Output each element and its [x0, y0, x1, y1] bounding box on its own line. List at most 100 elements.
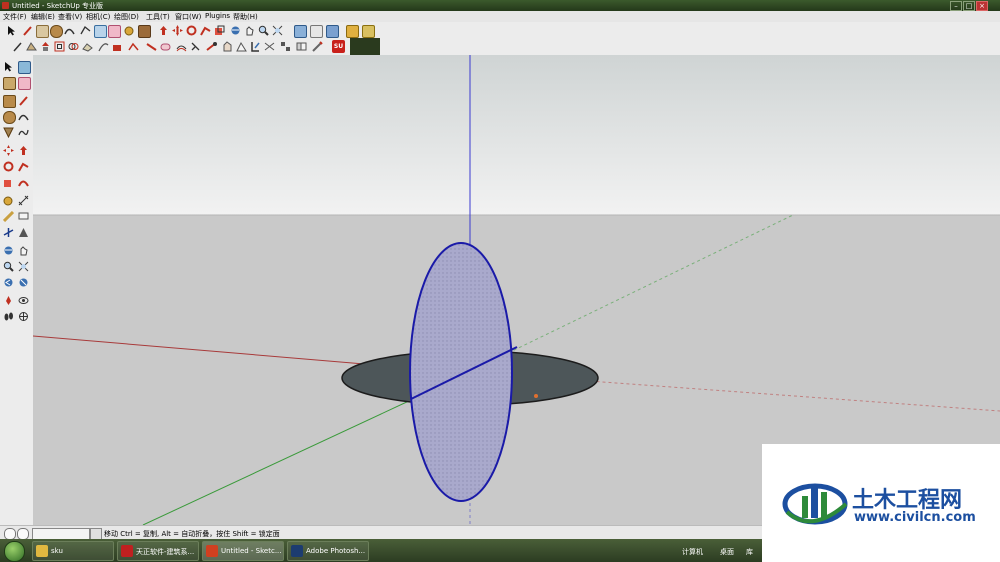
menu-draw[interactable]: 绘图(D) — [114, 12, 139, 22]
curve-tool-icon[interactable] — [128, 41, 139, 52]
tape-measure-icon[interactable] — [124, 25, 135, 36]
menu-plugins[interactable]: Plugins — [205, 12, 230, 20]
left-follow-me-icon[interactable] — [18, 161, 29, 172]
left-rectangle-icon[interactable] — [3, 95, 16, 108]
pan-tool-icon[interactable] — [244, 25, 255, 36]
split-icon[interactable] — [190, 41, 201, 52]
follow-me-icon[interactable] — [200, 25, 211, 36]
share-model-icon[interactable] — [362, 25, 375, 38]
left-dimension-icon[interactable] — [18, 195, 29, 206]
left-3d-text-icon[interactable] — [18, 227, 29, 238]
left-freehand-icon[interactable] — [18, 127, 29, 138]
left-zoom-window-icon[interactable] — [18, 261, 29, 272]
tray-computer[interactable]: 计算机 — [682, 547, 703, 557]
plugin-brush-icon[interactable] — [312, 41, 323, 52]
window-title: Untitled - SketchUp 专业版 — [12, 2, 104, 10]
paint-bucket-icon[interactable] — [138, 25, 151, 38]
menu-tools[interactable]: 工具(T) — [146, 12, 170, 22]
zoom-extents-icon[interactable] — [272, 25, 283, 36]
menu-edit[interactable]: 编辑(E) — [31, 12, 55, 22]
left-move-icon[interactable] — [3, 145, 14, 156]
left-paint-icon[interactable] — [3, 77, 16, 90]
plugin-profile-icon[interactable] — [250, 41, 261, 52]
left-zoom-icon[interactable] — [3, 261, 14, 272]
scale-tool-icon[interactable] — [214, 25, 225, 36]
edge-tool-icon[interactable] — [12, 41, 23, 52]
left-circle-icon[interactable] — [3, 111, 16, 124]
sandbox-icon[interactable] — [82, 41, 93, 52]
su-plugin-icon[interactable]: SU — [332, 40, 345, 53]
circle-tool-icon[interactable] — [50, 25, 63, 38]
tray-desktop[interactable]: 桌面 — [720, 547, 734, 557]
left-rotate-icon[interactable] — [3, 161, 14, 172]
taskbar-item-sku[interactable]: sku — [32, 541, 114, 561]
left-protractor-icon[interactable] — [2, 210, 15, 223]
intersect-icon[interactable] — [68, 41, 79, 52]
menu-file[interactable]: 文件(F) — [3, 12, 27, 22]
menu-window[interactable]: 窗口(W) — [175, 12, 201, 22]
select-tool-icon[interactable] — [6, 25, 17, 36]
left-section-plane-icon[interactable] — [18, 311, 29, 322]
iso-view-icon[interactable] — [294, 25, 307, 38]
offset-icon[interactable] — [54, 41, 65, 52]
left-push-pull-icon[interactable] — [18, 145, 29, 156]
left-orbit-icon[interactable] — [3, 245, 14, 256]
taskbar-item-tangent[interactable]: 天正软件-建筑系... — [117, 541, 199, 561]
rotate-tool-icon[interactable] — [186, 25, 197, 36]
plugin-shape-icon[interactable] — [236, 41, 247, 52]
menu-view[interactable]: 查看(V) — [58, 12, 82, 22]
make-component-icon[interactable] — [94, 25, 107, 38]
left-look-around-icon[interactable] — [18, 295, 29, 306]
left-eraser-icon[interactable] — [18, 77, 31, 90]
left-position-camera-icon[interactable] — [3, 295, 14, 306]
zoom-tool-icon[interactable] — [258, 25, 269, 36]
orbit-tool-icon[interactable] — [230, 25, 241, 36]
left-zoom-extents-icon[interactable] — [18, 277, 29, 288]
push-pull-icon[interactable] — [158, 25, 169, 36]
eraser-tool-icon[interactable] — [108, 25, 121, 38]
left-pan-icon[interactable] — [18, 245, 29, 256]
top-view-icon[interactable] — [310, 25, 323, 38]
rectangle-tool-icon[interactable] — [36, 25, 49, 38]
close-button[interactable]: × — [976, 1, 988, 11]
plugin-wire-icon[interactable] — [264, 41, 275, 52]
shape-bender-icon[interactable] — [146, 41, 157, 52]
left-walk-icon[interactable] — [3, 311, 14, 322]
start-button[interactable] — [4, 541, 25, 562]
get-models-icon[interactable] — [346, 25, 359, 38]
left-previous-icon[interactable] — [3, 277, 14, 288]
left-offset-icon[interactable] — [18, 177, 29, 188]
vertical-circle-face[interactable] — [409, 242, 513, 502]
taskbar-item-sketchup[interactable]: Untitled - Sketc... — [202, 541, 284, 561]
left-arc-icon[interactable] — [18, 111, 29, 122]
left-select-icon[interactable] — [3, 61, 14, 72]
face-tool-icon[interactable] — [26, 41, 37, 52]
round-corner-icon[interactable] — [160, 41, 171, 52]
maximize-button[interactable]: □ — [963, 1, 975, 11]
left-tape-icon[interactable] — [3, 195, 14, 206]
left-axes-icon[interactable] — [3, 227, 14, 238]
left-text-icon[interactable] — [18, 211, 29, 222]
tray-library[interactable]: 库 — [746, 547, 753, 557]
plugin-clone-icon[interactable] — [296, 41, 307, 52]
sweep-icon[interactable] — [98, 41, 109, 52]
menu-camera[interactable]: 相机(C) — [86, 12, 110, 22]
loft-icon[interactable] — [176, 41, 187, 52]
minimize-button[interactable]: – — [950, 1, 962, 11]
left-line-icon[interactable] — [18, 95, 29, 106]
plugin-hand-icon[interactable] — [222, 41, 233, 52]
taskbar-item-photoshop[interactable]: Adobe Photosh... — [287, 541, 369, 561]
extrude-edges-icon[interactable] — [112, 41, 123, 52]
arc-tool-icon[interactable] — [64, 25, 75, 36]
polygon-tool-icon[interactable] — [80, 25, 91, 36]
left-scale-icon[interactable] — [3, 177, 14, 188]
line-tool-icon[interactable] — [22, 25, 33, 36]
plugin-array-icon[interactable] — [280, 41, 291, 52]
move-tool-icon[interactable] — [172, 25, 183, 36]
front-view-icon[interactable] — [326, 25, 339, 38]
left-polygon-icon[interactable] — [3, 127, 14, 139]
menu-help[interactable]: 帮助(H) — [233, 12, 258, 22]
fredo-scale-icon[interactable] — [206, 41, 217, 52]
extrude-icon[interactable] — [40, 41, 51, 52]
left-component-icon[interactable] — [18, 61, 31, 74]
